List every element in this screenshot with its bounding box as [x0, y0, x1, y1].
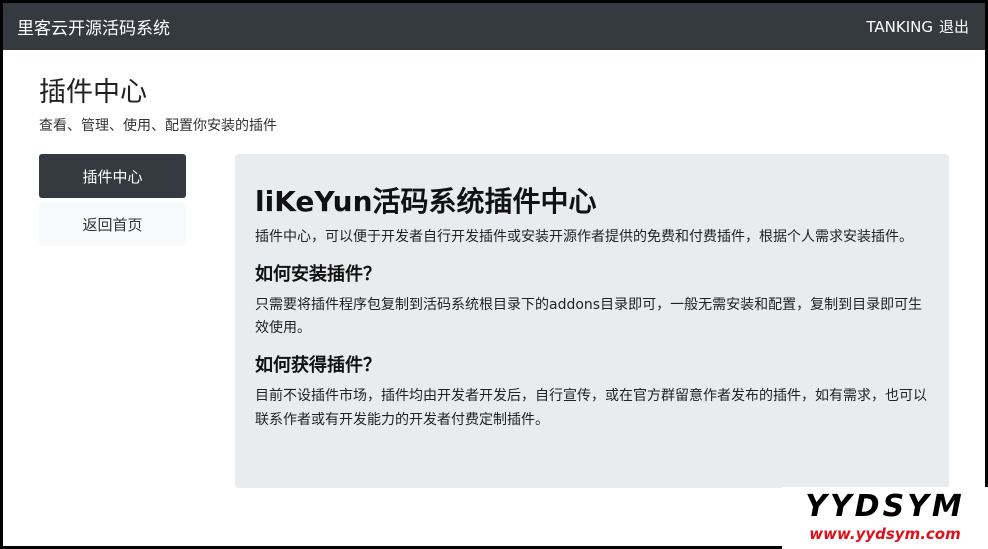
sidebar-item-label: 插件中心: [82, 167, 143, 186]
username-link[interactable]: TANKING: [866, 18, 933, 36]
watermark-name: YYDSYM: [805, 489, 965, 524]
logout-link[interactable]: 退出: [939, 16, 969, 37]
app-window: 里客云开源活码系统 TANKING 退出 插件中心 查看、管理、使用、配置你安装…: [3, 3, 985, 546]
top-navbar: 里客云开源活码系统 TANKING 退出: [3, 3, 985, 50]
watermark-logo: YYDSYM www.yydsym.com: [782, 487, 988, 549]
section-body-obtain: 目前不设插件市场，插件均由开发者开发后，自行宣传，或在官方群留意作者发布的插件，…: [255, 387, 927, 428]
user-menu: TANKING 退出: [866, 16, 969, 37]
sidebar-item-home[interactable]: 返回首页: [39, 202, 186, 246]
brand-title[interactable]: 里客云开源活码系统: [17, 14, 170, 39]
panel-heading: liKeYun活码系统插件中心: [255, 185, 597, 218]
sidebar-item-label: 返回首页: [82, 215, 143, 234]
sidebar-nav: 插件中心 返回首页: [39, 154, 186, 246]
jumbotron-panel: liKeYun活码系统插件中心 插件中心，可以便于开发者自行开发插件或安装开源作…: [235, 154, 949, 488]
page-header: 插件中心 查看、管理、使用、配置你安装的插件: [39, 77, 277, 135]
watermark-url: www.yydsym.com: [809, 525, 961, 543]
panel-intro: 插件中心，可以便于开发者自行开发插件或安装开源作者提供的免费和付费插件，根据个人…: [255, 229, 913, 246]
page-subtitle: 查看、管理、使用、配置你安装的插件: [39, 118, 277, 135]
page-title: 插件中心: [39, 77, 147, 108]
section-title-install: 如何安装插件？: [255, 263, 381, 285]
sidebar-item-plugin-center[interactable]: 插件中心: [39, 154, 186, 198]
section-title-obtain: 如何获得插件？: [255, 355, 381, 377]
section-body-install: 只需要将插件程序包复制到活码系统根目录下的addons目录即可，一般无需安装和配…: [255, 296, 923, 337]
